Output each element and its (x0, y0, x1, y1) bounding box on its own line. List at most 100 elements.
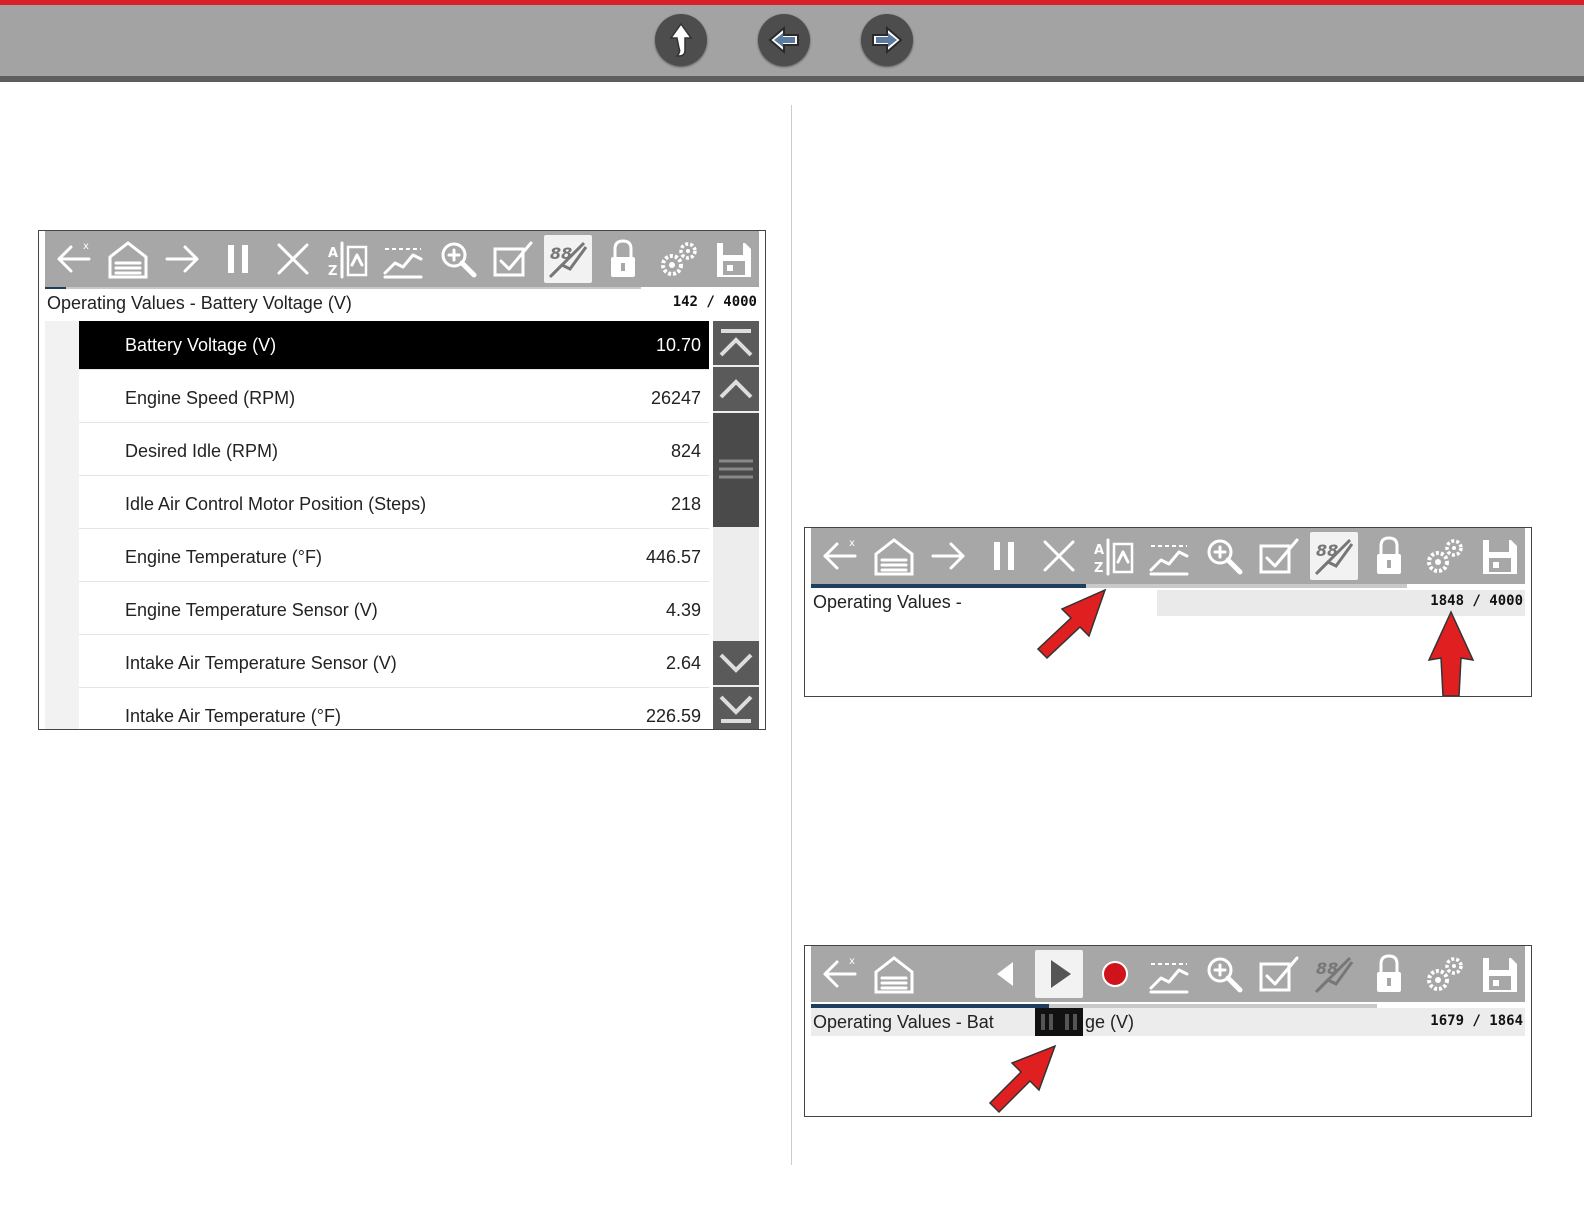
panel3-toolbar: x 88 (811, 946, 1525, 1002)
playback-panel: x 88 Operating Values - Bat ge (V) 1679 /… (804, 945, 1532, 1117)
home-garage-button[interactable] (870, 532, 918, 580)
pause-button[interactable] (980, 532, 1028, 580)
play-button[interactable] (1035, 950, 1083, 998)
graph-button[interactable] (379, 235, 427, 283)
lock-button[interactable] (1365, 532, 1413, 580)
lock-button[interactable] (599, 235, 647, 283)
record-button[interactable] (1091, 950, 1139, 998)
parameter-row[interactable]: Intake Air Temperature (°F) 226.59 (79, 692, 709, 729)
parameter-list: Battery Voltage (V) 10.70 Engine Speed (R… (79, 321, 709, 729)
panel1-title-bar: Operating Values - Battery Voltage (V) 1… (45, 289, 759, 317)
double-chevron-down-icon (719, 695, 753, 723)
svg-text:A: A (328, 246, 338, 261)
up-button[interactable] (655, 14, 707, 66)
parameter-value: 10.70 (655, 335, 701, 355)
scroll-bottom-button[interactable] (713, 687, 759, 729)
scroll-down-button[interactable] (713, 641, 759, 685)
up-arrow-icon (669, 22, 693, 57)
parameter-row[interactable]: Desired Idle (RPM) 824 (79, 427, 709, 476)
forward-arrow-button[interactable] (159, 235, 207, 283)
back-exit-icon: x (823, 956, 857, 988)
parameter-value: 446.57 (645, 547, 701, 567)
parameter-row[interactable]: Idle Air Control Motor Position (Steps) 2… (79, 480, 709, 529)
save-button[interactable] (1475, 532, 1523, 580)
panel1-title: Operating Values - Battery Voltage (V) (47, 293, 352, 313)
parameter-row[interactable]: Intake Air Temperature Sensor (V) 2.64 (79, 639, 709, 688)
graph-button[interactable] (1145, 950, 1193, 998)
column-divider (791, 105, 792, 1165)
zoom-button[interactable] (434, 235, 482, 283)
panel1-toolbar: x A Z 88 (45, 231, 759, 287)
pause-button[interactable] (214, 235, 262, 283)
lock-icon (611, 239, 635, 277)
clear-icon (1043, 540, 1075, 572)
parameter-value: 824 (670, 441, 701, 461)
select-icon (1259, 538, 1299, 574)
parameter-value: 226.59 (645, 706, 701, 726)
save-button[interactable] (1475, 950, 1523, 998)
digital-view-icon: 88 (1314, 538, 1354, 576)
parameter-row[interactable]: Engine Temperature (°F) 446.57 (79, 533, 709, 582)
save-button[interactable] (709, 235, 757, 283)
step-back-button[interactable] (981, 950, 1029, 998)
parameter-value: 2.64 (665, 653, 701, 673)
zoom-button[interactable] (1200, 532, 1248, 580)
progress-slider-handle[interactable] (1035, 1008, 1083, 1036)
select-button[interactable] (1255, 532, 1303, 580)
back-exit-icon: x (823, 538, 857, 570)
lock-icon (1377, 536, 1401, 574)
settings-button[interactable] (654, 235, 702, 283)
select-button[interactable] (1255, 950, 1303, 998)
progress-callout-arrow-icon (1036, 588, 1107, 660)
lock-icon (1377, 954, 1401, 992)
digital-view-button[interactable]: 88 (1310, 532, 1358, 580)
clear-button[interactable] (1035, 532, 1083, 580)
chevron-down-icon (719, 653, 753, 673)
back-exit-button[interactable]: x (49, 235, 97, 283)
settings-button[interactable] (1420, 950, 1468, 998)
graph-icon (1149, 963, 1189, 994)
parameter-name: Intake Air Temperature (°F) (125, 706, 341, 726)
parameter-row[interactable]: Battery Voltage (V) 10.70 (79, 321, 709, 370)
sort-button[interactable]: AZ (1090, 532, 1138, 580)
panel2-record-counter: 1848 / 4000 (1430, 593, 1523, 609)
save-icon (1483, 540, 1517, 574)
settings-button[interactable] (1420, 532, 1468, 580)
record-counter-panel: x A Z 88 Operating Values - 1848 / 4000 (804, 527, 1532, 697)
parameter-row[interactable]: Engine Speed (RPM) 26247 (79, 374, 709, 423)
list-scrollbar[interactable] (713, 321, 759, 729)
panel3-title-start: Operating Values - Bat (813, 1012, 994, 1032)
zoom-button[interactable] (1200, 950, 1248, 998)
pause-icon (228, 245, 248, 273)
parameter-row[interactable]: Engine Temperature Sensor (V) 4.39 (79, 586, 709, 635)
forward-button[interactable] (861, 14, 913, 66)
back-exit-button[interactable]: x (815, 532, 863, 580)
forward-arrow-icon (165, 245, 199, 273)
lock-button[interactable] (1365, 950, 1413, 998)
top-nav-bar (0, 0, 1584, 82)
back-exit-button[interactable]: x (815, 950, 863, 998)
scroll-up-button[interactable] (713, 367, 759, 411)
zoom-icon (1207, 539, 1243, 575)
home-garage-button[interactable] (104, 235, 152, 283)
digital-view-button[interactable]: 88 (544, 235, 592, 283)
settings-icon (1427, 957, 1463, 991)
parameter-name: Intake Air Temperature Sensor (V) (125, 653, 397, 673)
back-button[interactable] (758, 14, 810, 66)
slider-callout-arrow-icon (988, 1044, 1057, 1114)
zoom-icon (1207, 957, 1243, 993)
clear-button[interactable] (269, 235, 317, 283)
play-icon (1051, 960, 1071, 988)
forward-arrow-button[interactable] (925, 532, 973, 580)
digital-view-button[interactable]: 88 (1310, 950, 1358, 998)
graph-button[interactable] (1145, 532, 1193, 580)
home-garage-button[interactable] (870, 950, 918, 998)
parameter-name: Engine Temperature (°F) (125, 547, 322, 567)
panel1-left-gutter (45, 321, 79, 729)
scroll-top-button[interactable] (713, 321, 759, 365)
scroll-thumb[interactable] (713, 413, 759, 527)
counter-callout-arrow-icon (1427, 610, 1475, 696)
select-button[interactable] (489, 235, 537, 283)
home-garage-icon (874, 956, 914, 994)
sort-button[interactable]: AZ (324, 235, 372, 283)
